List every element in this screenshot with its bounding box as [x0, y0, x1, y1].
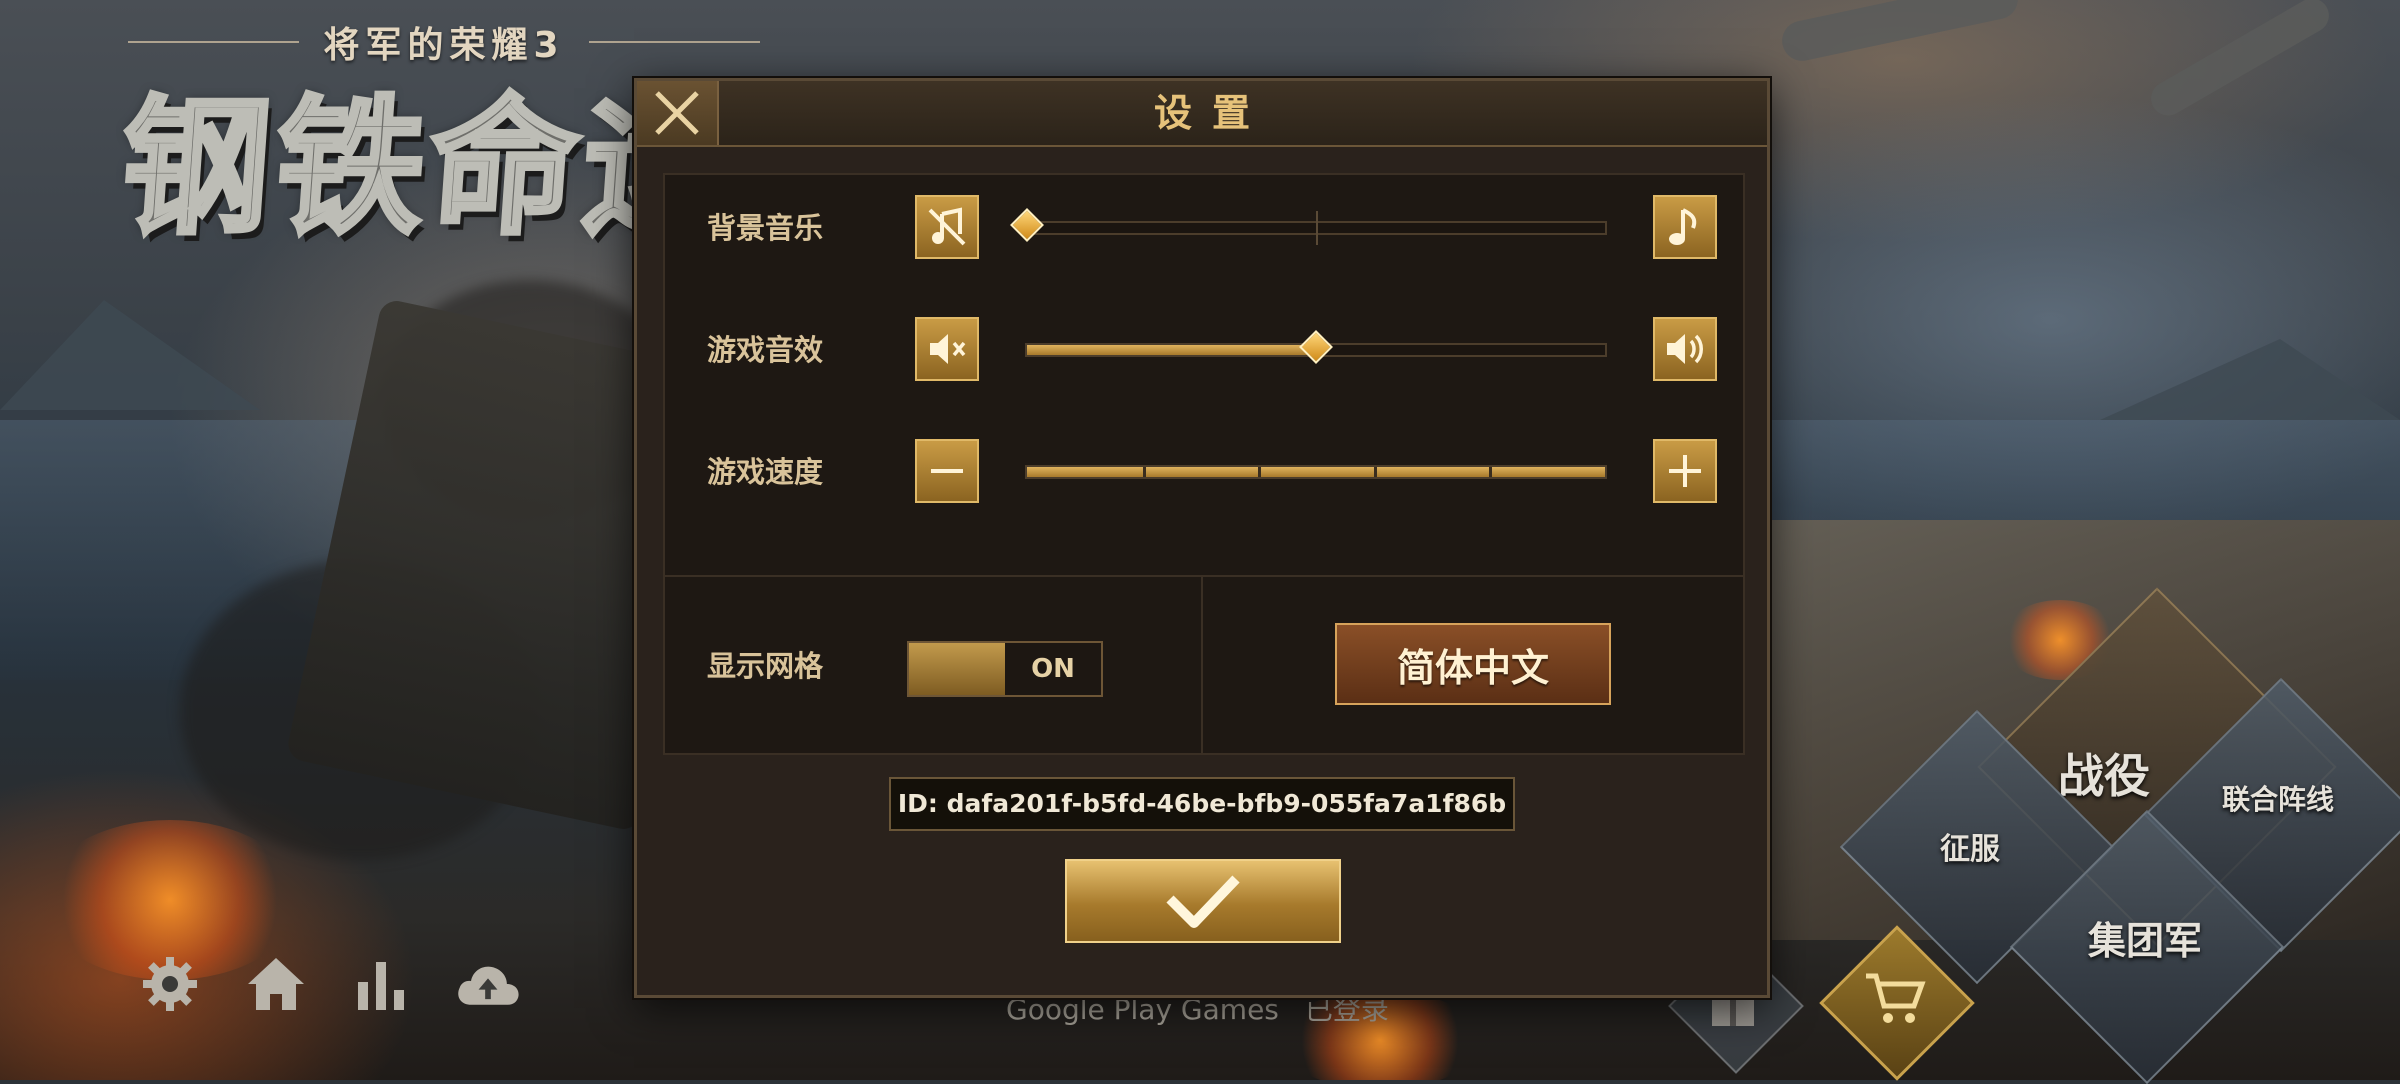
- speed-slider-track[interactable]: [1025, 465, 1607, 479]
- sfx-slider-track[interactable]: [1025, 330, 1607, 364]
- speed-step-marker: [1373, 467, 1377, 477]
- sfx-mute-button[interactable]: [915, 317, 979, 381]
- sfx-row: 游戏音效: [665, 315, 1743, 385]
- mountain: [0, 300, 260, 410]
- dialog-title: 设置: [1153, 91, 1270, 135]
- game-subtitle: 将军的荣耀3: [323, 25, 565, 66]
- music-off-icon: [928, 207, 966, 246]
- speed-step-marker: [1142, 467, 1146, 477]
- speed-decrease-button[interactable]: [915, 439, 979, 503]
- player-id-field: ID: dafa201f-b5fd-46be-bfb9-055fa7a1f86b: [889, 777, 1515, 831]
- close-icon: [655, 91, 699, 135]
- sfx-loud-button[interactable]: [1653, 317, 1717, 381]
- speed-label: 游戏速度: [707, 455, 824, 489]
- toggle-thumb: [909, 643, 1005, 695]
- subtitle-line-left: [128, 41, 300, 43]
- checkmark-icon: [1166, 875, 1240, 928]
- speed-slider-fill: [1027, 467, 1605, 477]
- music-label: 背景音乐: [707, 211, 824, 245]
- music-note-icon: [1669, 208, 1697, 245]
- dialog-header: 设置: [637, 81, 1767, 147]
- display-settings-panel: 显示网格 ON 简体中文: [663, 575, 1745, 755]
- home-icon[interactable]: [242, 950, 310, 1018]
- close-button[interactable]: [637, 81, 719, 145]
- show-grid-label: 显示网格: [707, 649, 824, 683]
- audio-settings-panel: 背景音乐 游戏音效 游戏速度: [663, 173, 1745, 577]
- army-group-label: 集团军: [2088, 919, 2203, 963]
- slider-midpoint-marker: [1316, 211, 1318, 245]
- plane: [2144, 0, 2336, 122]
- music-slider-knob[interactable]: [1010, 208, 1044, 242]
- sfx-slider-knob[interactable]: [1299, 330, 1333, 364]
- campaign-label: 战役: [2058, 749, 2150, 803]
- music-row: 背景音乐: [665, 193, 1743, 263]
- bottom-left-toolbar: [136, 950, 522, 1018]
- game-subtitle-row: 将军的荣耀3: [128, 14, 760, 70]
- show-grid-toggle[interactable]: ON: [907, 641, 1103, 697]
- speed-increase-button[interactable]: [1653, 439, 1717, 503]
- stats-bars-icon[interactable]: [348, 950, 416, 1018]
- toggle-state-text: ON: [1031, 654, 1075, 684]
- cloud-upload-icon[interactable]: [454, 950, 522, 1018]
- plus-icon: [1669, 455, 1701, 487]
- sfx-label: 游戏音效: [707, 333, 824, 367]
- confirm-button[interactable]: [1065, 859, 1341, 943]
- conquest-label: 征服: [1940, 832, 2000, 867]
- settings-gear-icon[interactable]: [136, 950, 204, 1018]
- music-slider-track[interactable]: [1010, 208, 1607, 245]
- speed-step-marker: [1258, 467, 1262, 477]
- speed-step-marker: [1489, 467, 1493, 477]
- mountain: [2100, 339, 2400, 420]
- minus-icon: [931, 469, 963, 473]
- sfx-slider-fill: [1027, 345, 1316, 355]
- music-off-button[interactable]: [915, 195, 979, 259]
- alliance-label: 联合阵线: [2222, 783, 2335, 816]
- music-on-button[interactable]: [1653, 195, 1717, 259]
- language-button[interactable]: 简体中文: [1335, 623, 1611, 705]
- speed-row: 游戏速度: [665, 437, 1743, 507]
- shopping-cart-icon: [1862, 968, 1928, 1032]
- plane: [1778, 0, 2022, 65]
- speaker-mute-icon: [930, 334, 966, 364]
- settings-dialog: 设置 背景音乐 游戏音效 游戏速度 显示网格 ON 简体中文 ID: dafa2…: [634, 78, 1770, 998]
- subtitle-line-right: [588, 41, 760, 43]
- panel-divider: [1201, 577, 1203, 753]
- speaker-on-icon: [1667, 334, 1703, 364]
